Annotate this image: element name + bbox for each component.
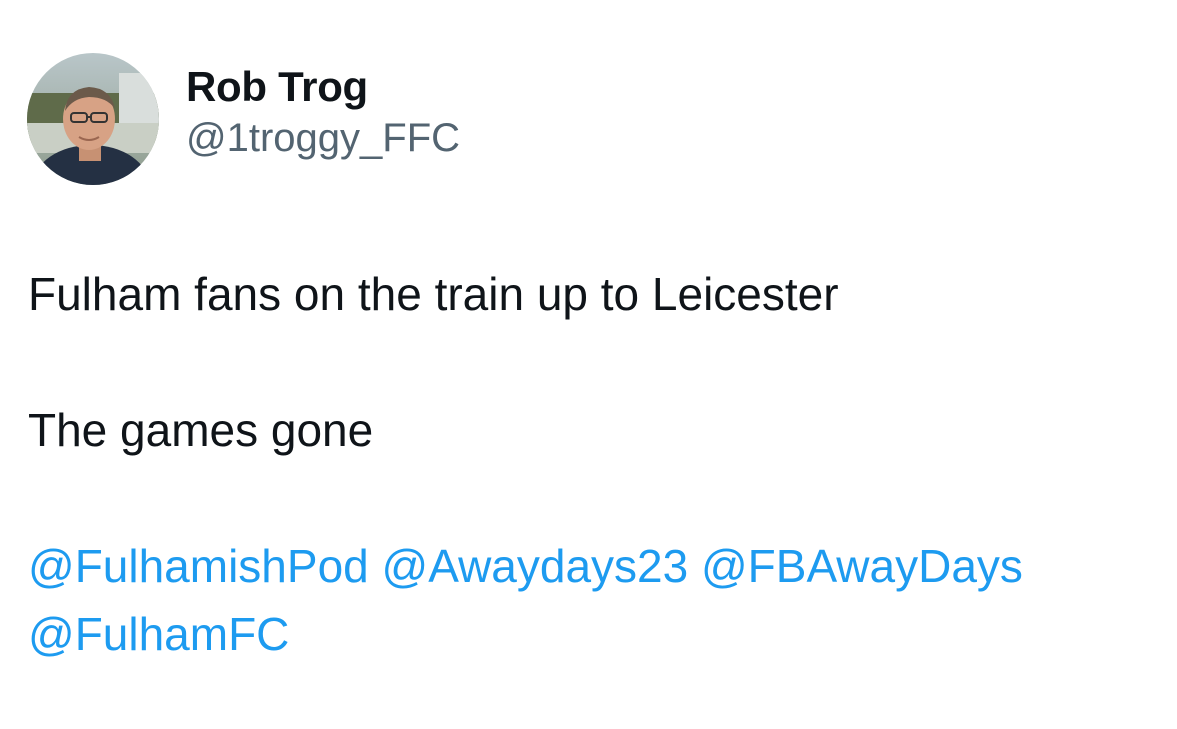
line-break-spacer <box>28 328 1148 396</box>
line-break-spacer <box>28 464 1148 532</box>
avatar[interactable] <box>27 53 159 185</box>
tweet-header: Rob Trog @1troggy_FFC <box>27 53 460 185</box>
tweet-text: Fulham fans on the train up to Leicester… <box>28 260 1148 668</box>
mentions-block: @FulhamishPod @Awaydays23 @FBAwayDays @F… <box>28 532 1148 668</box>
tweet-text-line: The games gone <box>28 404 374 456</box>
tweet-card: Rob Trog @1troggy_FFC Fulham fans on the… <box>0 0 1177 729</box>
author-display-name[interactable]: Rob Trog <box>186 61 460 113</box>
author-names: Rob Trog @1troggy_FFC <box>186 61 460 163</box>
author-handle[interactable]: @1troggy_FFC <box>186 113 460 163</box>
mention-link[interactable]: @FulhamFC <box>28 608 289 660</box>
mention-link[interactable]: @FBAwayDays <box>701 540 1023 592</box>
avatar-photo <box>27 53 159 185</box>
mention-link[interactable]: @Awaydays23 <box>382 540 689 592</box>
tweet-text-line: Fulham fans on the train up to Leicester <box>28 268 839 320</box>
mention-link[interactable]: @FulhamishPod <box>28 540 369 592</box>
